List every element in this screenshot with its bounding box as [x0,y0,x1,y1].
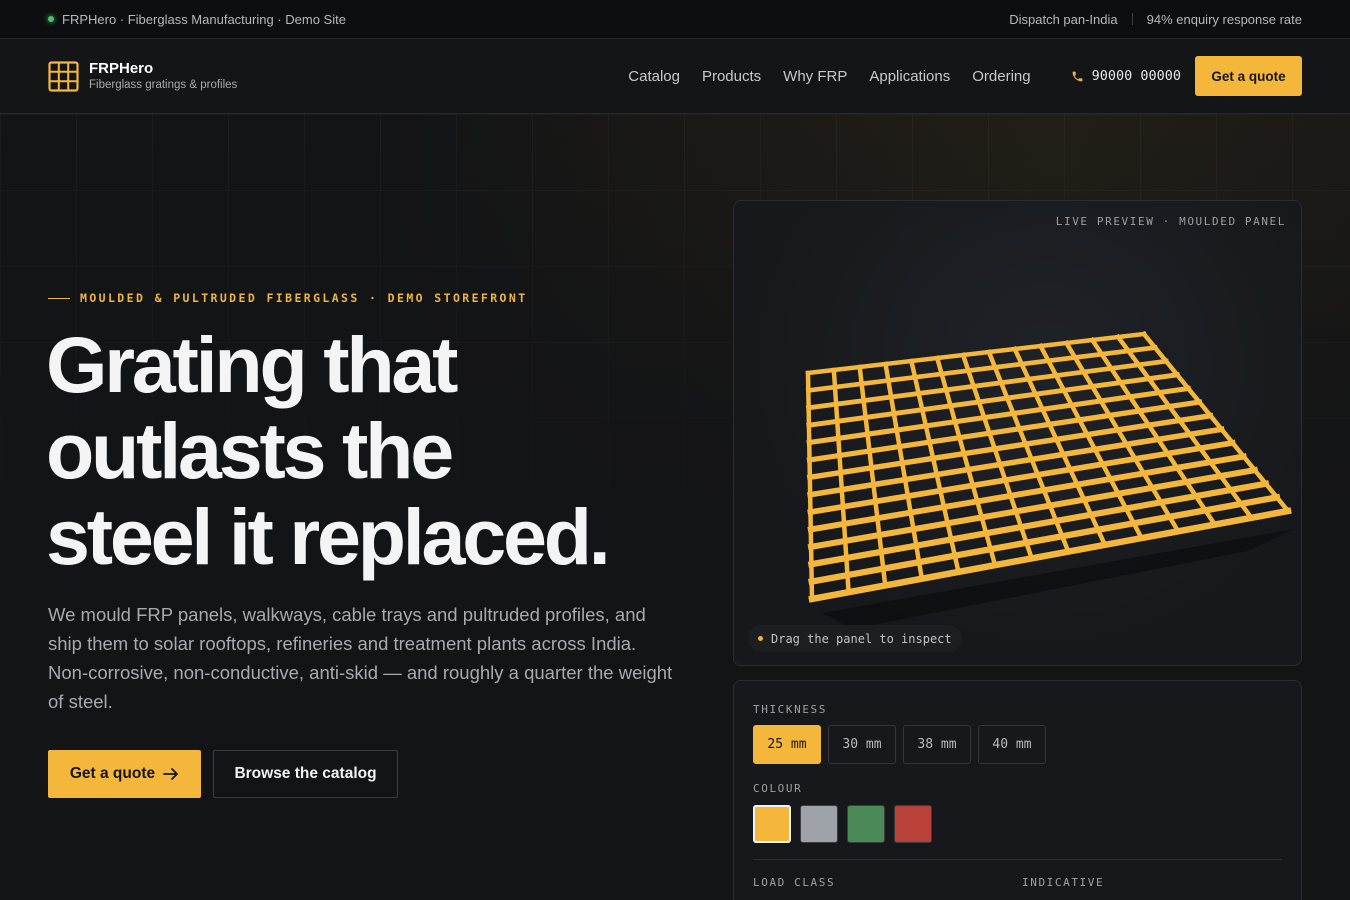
site-label: FRPHero · Fiberglass Manufacturing · Dem… [62,11,346,27]
online-status-dot [48,16,54,22]
eyebrow-rule [48,297,70,299]
thickness-option-25[interactable]: 25 mm [753,725,821,764]
eyebrow-text: MOULDED & PULTRUDED FIBERGLASS · DEMO ST… [80,291,528,305]
config-divider [753,859,1282,860]
nav-catalog[interactable]: Catalog [628,68,680,85]
load-class-label: LOAD CLASS [753,876,836,889]
headline-line-1: Grating that [46,320,458,409]
colour-swatch-grey[interactable] [800,805,838,843]
thickness-options: 25 mm 30 mm 38 mm 40 mm [753,725,1046,764]
nav-applications[interactable]: Applications [869,68,950,85]
drag-hint-pill: Drag the panel to inspect [748,625,962,652]
grid-logo-icon [48,60,79,92]
nav-why-frp[interactable]: Why FRP [783,68,847,85]
colour-label: COLOUR [753,782,803,795]
colour-swatch-red[interactable] [894,805,932,843]
response-rate-text: 94% enquiry response rate [1146,11,1302,27]
nav-products[interactable]: Products [702,68,761,85]
live-preview-panel[interactable]: LIVE PREVIEW · MOULDED PANEL Drag the pa… [733,200,1302,666]
arrow-right-icon [163,768,179,780]
hero-cta-row: Get a quote Browse the catalog [48,750,398,798]
drag-hint-text: Drag the panel to inspect [771,631,952,646]
headline-line-2: outlasts the [46,406,454,495]
browse-catalog-button[interactable]: Browse the catalog [213,750,398,798]
thickness-label: THICKNESS [753,703,828,716]
get-quote-button[interactable]: Get a quote [48,750,201,798]
configurator-panel: THICKNESS 25 mm 30 mm 38 mm 40 mm COLOUR… [733,680,1302,900]
thickness-option-38[interactable]: 38 mm [903,725,971,764]
grating-shadow [822,529,1294,629]
hint-dot [758,636,763,641]
preview-label: LIVE PREVIEW · MOULDED PANEL [1055,215,1286,228]
colour-swatches [753,805,932,843]
top-announcement-bar: FRPHero · Fiberglass Manufacturing · Dem… [0,0,1350,39]
nav-ordering[interactable]: Ordering [972,68,1030,85]
brand-logo-link[interactable]: FRPHero Fiberglass gratings & profiles [48,61,237,92]
phone-link[interactable]: 90000 00000 [1071,68,1181,84]
hero-eyebrow: MOULDED & PULTRUDED FIBERGLASS · DEMO ST… [48,291,528,305]
thickness-option-40[interactable]: 40 mm [978,725,1046,764]
brand-tagline: Fiberglass gratings & profiles [89,79,238,91]
phone-number: 90000 00000 [1091,68,1181,84]
hero-description: We mould FRP panels, walkways, cable tra… [48,604,673,712]
colour-swatch-yellow[interactable] [753,805,791,843]
indicative-label: INDICATIVE [1022,876,1105,889]
header-quote-button[interactable]: Get a quote [1195,56,1302,96]
thickness-option-30[interactable]: 30 mm [828,725,896,764]
colour-swatch-green[interactable] [847,805,885,843]
site-header: FRPHero Fiberglass gratings & profiles C… [0,39,1350,114]
grating-panel-3d[interactable] [734,201,1302,666]
headline-line-3: steel it replaced. [46,492,611,581]
brand-name: FRPHero [89,60,154,77]
phone-icon [1072,71,1082,81]
hero-headline: Grating that outlasts the steel it repla… [46,322,686,580]
main-nav: Catalog Products Why FRP Applications Or… [628,68,1030,85]
get-quote-label: Get a quote [69,765,156,782]
dispatch-text: Dispatch pan-India [1009,11,1118,27]
divider [1131,13,1133,25]
